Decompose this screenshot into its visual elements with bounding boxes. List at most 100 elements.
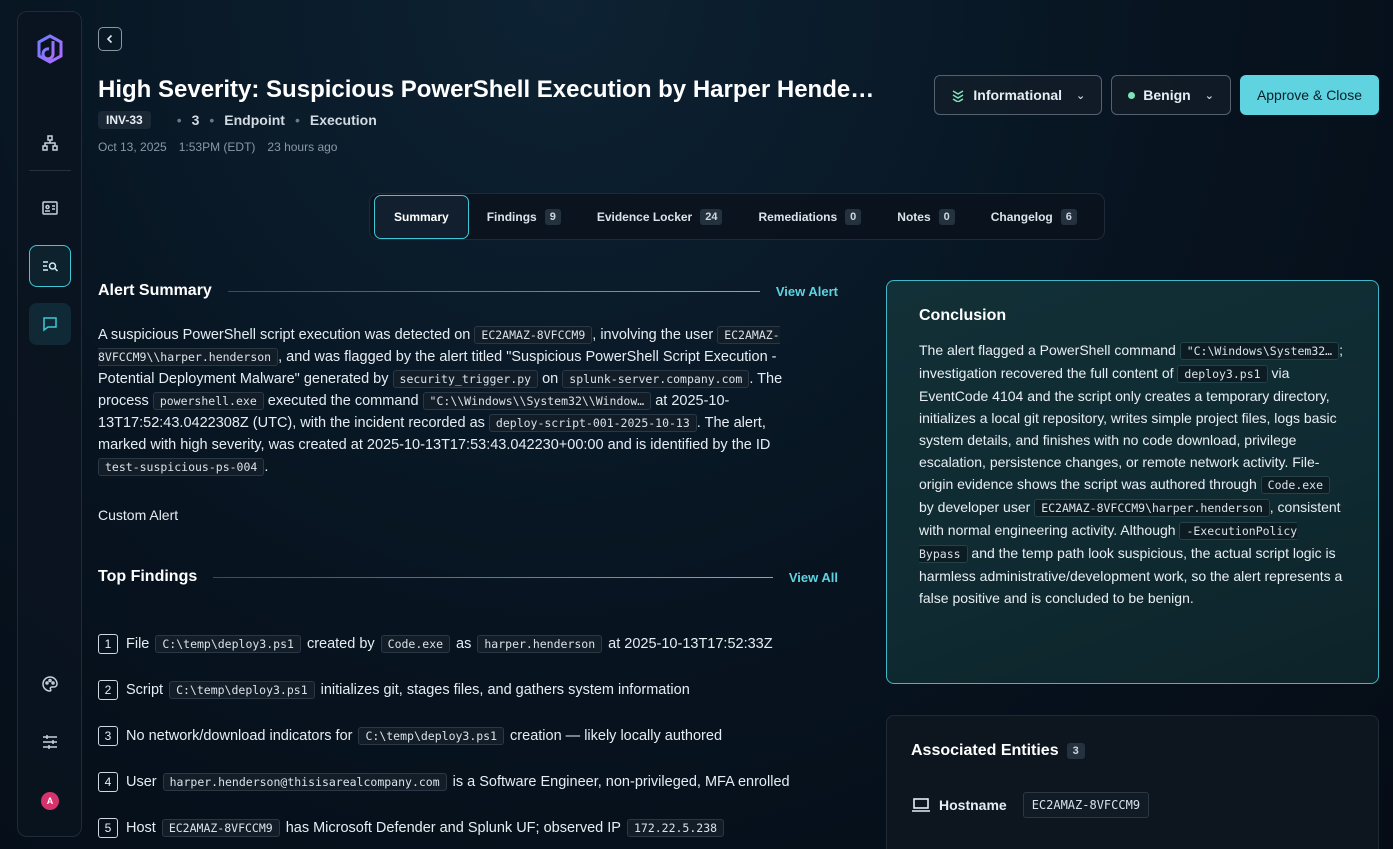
view-alert-link[interactable]: View Alert — [776, 284, 838, 299]
user-chip: EC2AMAZ-8VFCCM9\harper.henderson — [1034, 499, 1270, 517]
sidebar-divider — [29, 170, 71, 171]
entities-title: Associated Entities 3 — [911, 742, 1354, 760]
user-chip: harper.henderson — [477, 635, 603, 653]
divider — [227, 290, 760, 292]
tab-findings[interactable]: Findings 9 — [469, 195, 579, 239]
text: A suspicious PowerShell script execution… — [98, 327, 475, 343]
trigger-chip: security_trigger.py — [392, 370, 539, 388]
separator-dot: • — [294, 112, 300, 128]
timestamp: Oct 13, 2025 1:53PM (EDT) 23 hours ago — [98, 140, 337, 154]
command-chip: "C:\Windows\System32… — [1179, 342, 1340, 360]
chevron-down-icon: ⌄ — [1076, 89, 1086, 102]
top-findings-header: Top Findings View All — [98, 568, 838, 586]
status-dot-icon — [1128, 91, 1136, 99]
finding-number: 1 — [98, 634, 118, 654]
separator-dot: • — [176, 112, 182, 128]
settings-sliders-icon[interactable] — [29, 721, 71, 763]
alert-id-chip: test-suspicious-ps-004 — [98, 458, 265, 476]
list-item[interactable]: 3 No network/download indicators for C:\… — [98, 713, 838, 759]
relative-time-text: 23 hours ago — [267, 140, 338, 154]
entity-label: Hostname — [939, 797, 1007, 813]
alert-summary-header: Alert Summary View Alert — [98, 282, 838, 300]
list-item[interactable]: 4 User harper.henderson@thisisarealcompa… — [98, 759, 838, 805]
file-chip: C:\temp\deploy3.ps1 — [169, 681, 315, 699]
text: Script — [126, 682, 164, 698]
text: by developer user — [919, 499, 1035, 515]
page-title: High Severity: Suspicious PowerShell Exe… — [98, 76, 875, 103]
divider — [213, 576, 773, 578]
laptop-icon — [912, 798, 930, 812]
separator-dot: • — [209, 112, 215, 128]
category-execution: Execution — [309, 112, 377, 128]
list-item[interactable]: 2 Script C:\temp\deploy3.ps1 initializes… — [98, 667, 838, 713]
text: is a Software Engineer, non-privileged, … — [452, 774, 790, 790]
alert-summary-text: A suspicious PowerShell script execution… — [98, 324, 814, 478]
id-card-icon[interactable] — [29, 187, 71, 229]
header-actions: Informational ⌄ Benign ⌄ Approve & Close — [934, 75, 1379, 115]
entities-heading: Associated Entities — [911, 742, 1059, 759]
verdict-dropdown[interactable]: Benign ⌄ — [1111, 75, 1231, 115]
file-chip: C:\temp\deploy3.ps1 — [358, 727, 505, 745]
tab-label: Evidence Locker — [596, 209, 693, 224]
host-chip: EC2AMAZ-8VFCCM9 — [161, 819, 280, 837]
list-item[interactable]: 5 Host EC2AMAZ-8VFCCM9 has Microsoft Def… — [98, 805, 838, 849]
incident-chip: deploy-script-001-2025-10-13 — [488, 414, 697, 432]
process-chip: Code.exe — [380, 635, 451, 653]
conclusion-title: Conclusion — [919, 307, 1007, 324]
tab-count-badge: 6 — [1060, 208, 1077, 225]
investigation-search-icon[interactable] — [29, 245, 71, 287]
time-text: 1:53PM (EDT) — [178, 140, 256, 154]
tab-label: Summary — [394, 209, 449, 224]
category-endpoint: Endpoint — [224, 112, 285, 128]
process-chip: Code.exe — [1260, 476, 1331, 494]
tab-notes[interactable]: Notes 0 — [879, 195, 972, 239]
custom-alert-label: Custom Alert — [98, 507, 179, 523]
tab-changelog[interactable]: Changelog 6 — [973, 195, 1095, 239]
avatar[interactable]: A — [41, 792, 59, 810]
text: Host — [126, 820, 156, 836]
text: creation — likely locally authored — [510, 728, 723, 744]
text: The alert flagged a PowerShell command — [919, 342, 1180, 358]
text: at 2025-10-13T17:52:33Z — [608, 636, 773, 652]
text: executed the command — [263, 393, 423, 409]
palette-icon[interactable] — [29, 663, 71, 705]
tab-count-badge: 24 — [700, 208, 723, 225]
investigation-meta: INV-33 • 3 • Endpoint • Execution — [98, 111, 377, 129]
tab-evidence-locker[interactable]: Evidence Locker 24 — [579, 195, 741, 239]
org-chart-icon[interactable] — [29, 122, 71, 164]
tab-remediations[interactable]: Remediations 0 — [740, 195, 879, 239]
section-title: Top Findings — [98, 568, 198, 585]
text: and the temp path look suspicious, the a… — [919, 545, 1343, 606]
tab-label: Notes — [897, 209, 931, 224]
section-title: Alert Summary — [98, 282, 212, 299]
tab-count-badge: 9 — [544, 208, 561, 225]
text: has Microsoft Defender and Splunk UF; ob… — [285, 820, 621, 836]
file-chip: C:\temp\deploy3.ps1 — [155, 635, 301, 653]
tab-bar: Summary Findings 9 Evidence Locker 24 Reme… — [369, 193, 1105, 240]
view-all-link[interactable]: View All — [789, 570, 838, 585]
approve-close-button[interactable]: Approve & Close — [1239, 75, 1379, 115]
tab-summary[interactable]: Summary — [374, 194, 469, 239]
finding-number: 2 — [98, 680, 118, 700]
entity-row-hostname[interactable]: Hostname EC2AMAZ-8VFCCM9 — [911, 792, 1354, 818]
findings-list: 1 File C:\temp\deploy3.ps1 created by Co… — [98, 621, 838, 849]
tab-count-badge: 0 — [845, 208, 862, 225]
chat-icon[interactable] — [29, 303, 71, 345]
associated-entities-card: Associated Entities 3 Hostname EC2AMAZ-8V… — [886, 715, 1379, 849]
entity-value-chip: EC2AMAZ-8VFCCM9 — [1022, 792, 1150, 818]
process-chip: powershell.exe — [152, 392, 264, 410]
text: on — [538, 371, 563, 387]
text: created by — [306, 636, 375, 652]
entities-count-badge: 3 — [1066, 743, 1085, 759]
conclusion-card: Conclusion The alert flagged a PowerShel… — [886, 280, 1379, 684]
investigation-id-badge: INV-33 — [98, 111, 151, 129]
chevron-left-icon — [106, 34, 113, 44]
email-chip: harper.henderson@thisisarealcompany.com — [162, 773, 447, 791]
tab-label: Remediations — [758, 209, 838, 224]
app-logo-icon[interactable] — [36, 34, 64, 64]
severity-dropdown[interactable]: Informational ⌄ — [934, 75, 1103, 115]
chevron-down-icon: ⌄ — [1204, 89, 1214, 102]
back-button[interactable] — [98, 27, 122, 51]
verdict-label: Benign — [1143, 87, 1191, 103]
list-item[interactable]: 1 File C:\temp\deploy3.ps1 created by Co… — [98, 621, 838, 667]
